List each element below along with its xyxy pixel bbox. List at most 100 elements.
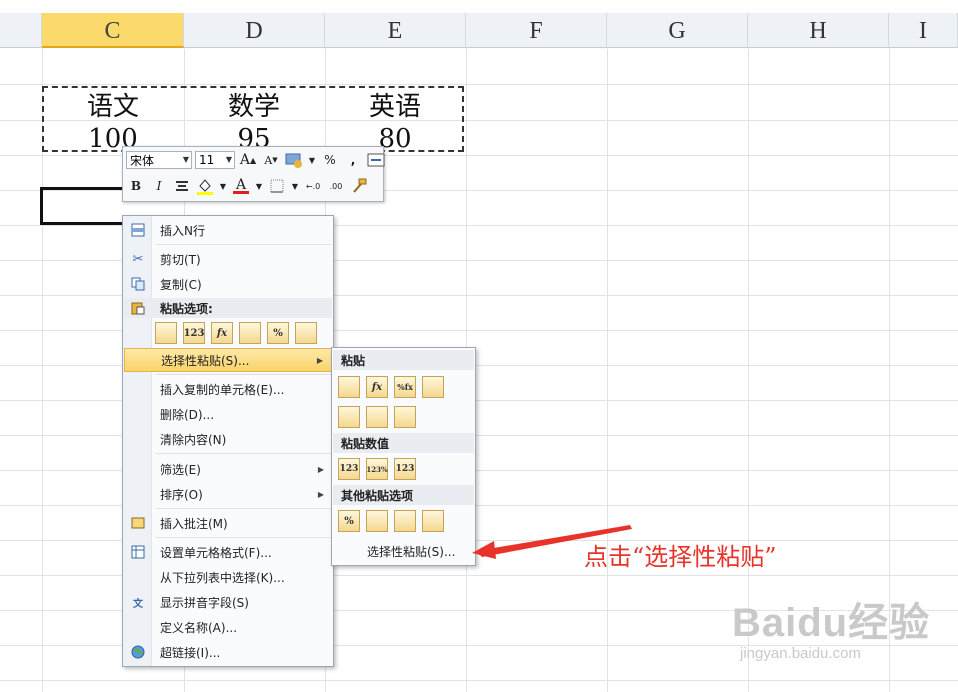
menu-item-cut[interactable]: ✂ 剪切(T): [124, 247, 332, 271]
menu-item-filter[interactable]: 筛选(E) ▶: [124, 457, 332, 481]
paste-formulas-icon[interactable]: fx: [366, 376, 388, 398]
decrease-decimal-icon[interactable]: .00: [326, 176, 346, 196]
chevron-down-icon[interactable]: ▼: [218, 176, 228, 196]
chevron-down-icon[interactable]: ▼: [307, 150, 317, 170]
menu-item-pick-from-list[interactable]: 从下拉列表中选择(K)...: [124, 565, 332, 589]
menu-label: 插入批注(M): [160, 516, 228, 531]
keep-source-formatting-icon[interactable]: [422, 376, 444, 398]
shrink-font-button[interactable]: A ▼: [261, 150, 281, 170]
align-center-icon[interactable]: [172, 176, 192, 196]
menu-label: 清除内容(N): [160, 432, 227, 447]
paste-icon[interactable]: [155, 322, 177, 344]
paste-formulas-number-format-icon[interactable]: %fx: [394, 376, 416, 398]
grow-font-button[interactable]: A ▲: [238, 150, 258, 170]
borders-icon[interactable]: [267, 176, 287, 196]
font-color-icon[interactable]: A: [231, 176, 251, 196]
scissors-icon: ✂: [132, 251, 144, 267]
copy-icon: [124, 272, 152, 296]
font-size-value: 11: [199, 153, 215, 167]
menu-item-phonetic[interactable]: 文 显示拼音字段(S): [124, 590, 332, 614]
annotation-text: 点击“选择性粘贴”: [584, 543, 777, 571]
menu-label: 复制(C): [160, 277, 202, 292]
menu-item-define-name[interactable]: 定义名称(A)...: [124, 615, 332, 639]
column-header-d[interactable]: D: [184, 13, 325, 48]
paste-transpose-icon[interactable]: [239, 322, 261, 344]
menu-item-insert-comment[interactable]: 插入批注(M): [124, 511, 332, 535]
menu-item-delete[interactable]: 删除(D)...: [124, 402, 332, 426]
chevron-down-icon[interactable]: ▼: [254, 176, 264, 196]
format-cells-icon: [124, 540, 152, 564]
submenu-paste-row-1: fx %fx: [338, 376, 444, 398]
menu-item-hyperlink[interactable]: 超链接(I)...: [124, 640, 332, 664]
menu-label: 显示拼音字段(S): [160, 595, 249, 610]
chevron-down-icon: ▼: [182, 155, 189, 164]
menu-label: 超链接(I)...: [160, 645, 221, 660]
menu-item-clear[interactable]: 清除内容(N): [124, 427, 332, 451]
menu-item-insert-copied[interactable]: 插入复制的单元格(E)...: [124, 377, 332, 401]
values-number-format-icon[interactable]: 123%: [366, 458, 388, 480]
percent-button[interactable]: %: [320, 150, 340, 170]
font-name-select[interactable]: 宋体 ▼: [126, 151, 192, 169]
comma-button[interactable]: ,: [343, 150, 363, 170]
format-accounting-icon[interactable]: [284, 150, 304, 170]
paste-formatting-icon[interactable]: %: [267, 322, 289, 344]
menu-item-copy[interactable]: 复制(C): [124, 272, 332, 296]
chevron-right-icon: ▶: [317, 489, 324, 499]
column-header-g[interactable]: G: [607, 13, 748, 48]
linked-picture-icon[interactable]: [422, 510, 444, 532]
paste-special-spacer: [125, 348, 153, 372]
formatting-icon[interactable]: %: [338, 510, 360, 532]
submenu-paste-row-2: [338, 406, 416, 428]
chevron-down-icon: ▼: [225, 155, 232, 164]
menu-item-format-cells[interactable]: 设置单元格格式(F)...: [124, 540, 332, 564]
watermark: Baidu经验 jingyan.baidu.com: [732, 590, 931, 662]
column-header-c[interactable]: C: [42, 13, 184, 48]
keep-column-widths-icon[interactable]: [366, 406, 388, 428]
clipboard-icon: [124, 296, 152, 320]
column-header-e[interactable]: E: [325, 13, 466, 48]
paste-options-header: 粘贴选项:: [124, 298, 332, 318]
menu-label: 从下拉列表中选择(K)...: [160, 570, 285, 585]
bold-button[interactable]: B: [126, 176, 146, 196]
column-header-h[interactable]: H: [748, 13, 889, 48]
font-size-select[interactable]: 11 ▼: [195, 151, 235, 169]
italic-button[interactable]: I: [149, 176, 169, 196]
column-header-i[interactable]: I: [889, 13, 958, 48]
menu-item-sort[interactable]: 排序(O) ▶: [124, 482, 332, 506]
increase-decimal-icon[interactable]: ←.0: [303, 176, 323, 196]
format-painter-icon[interactable]: [349, 176, 369, 196]
menu-item-insert-rows[interactable]: 插入N行: [124, 218, 332, 242]
paste-options-row: 123 fx %: [155, 322, 317, 344]
paste-link-icon[interactable]: [366, 510, 388, 532]
paste-formulas-icon[interactable]: fx: [211, 322, 233, 344]
merge-center-icon[interactable]: [366, 150, 386, 170]
globe-icon: [124, 640, 152, 664]
phonetic-icon: 文: [133, 598, 143, 610]
values-source-formatting-icon[interactable]: 123: [394, 458, 416, 480]
picture-icon[interactable]: [394, 510, 416, 532]
mini-toolbar: 宋体 ▼ 11 ▼ A ▲ A ▼ ▼ % , B I ▼ A ▼ ▼ ←.0 .0…: [122, 146, 386, 202]
menu-label: 选择性粘贴(S)...: [161, 353, 250, 368]
comment-icon: [124, 511, 152, 535]
transpose-icon[interactable]: [394, 406, 416, 428]
chevron-down-icon[interactable]: ▼: [290, 176, 300, 196]
menu-label: 定义名称(A)...: [160, 620, 238, 635]
paste-icon[interactable]: [338, 376, 360, 398]
menu-item-paste-special[interactable]: 选择性粘贴(S)... ▶: [124, 348, 332, 372]
menu-label: 插入N行: [160, 223, 205, 238]
column-header-f[interactable]: F: [466, 13, 607, 48]
formula-area-edge: [0, 0, 958, 14]
no-borders-icon[interactable]: [338, 406, 360, 428]
submenu-header-other: 其他粘贴选项: [333, 485, 474, 505]
watermark-brand: Baidu经验: [732, 601, 931, 645]
paste-link-icon[interactable]: [295, 322, 317, 344]
row-header-corner[interactable]: [0, 13, 42, 48]
values-icon[interactable]: 123: [338, 458, 360, 480]
menu-label: 粘贴选项:: [160, 301, 213, 316]
menu-label: 剪切(T): [160, 252, 201, 267]
submenu-other-row: %: [338, 510, 444, 532]
font-name-value: 宋体: [130, 153, 155, 168]
paste-values-icon[interactable]: 123: [183, 322, 205, 344]
fill-color-icon[interactable]: [195, 176, 215, 196]
chevron-right-icon: ▶: [317, 464, 324, 474]
